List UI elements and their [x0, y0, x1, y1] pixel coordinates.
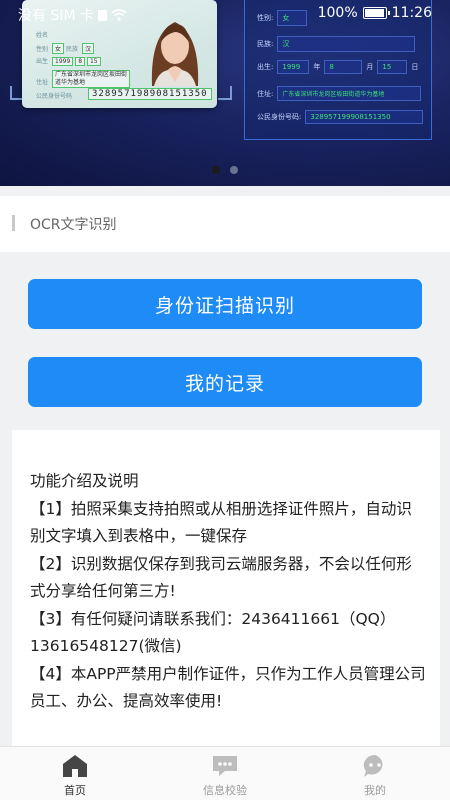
intro-item: 【3】有任何疑问请联系我们：2436411661（QQ）13616548127(… [30, 609, 396, 656]
battery-icon [362, 7, 390, 19]
banner-carousel[interactable]: 没有 SIM 卡 100% 11:26 姓名 性别女 民族汉 出生 1999 8 … [0, 0, 450, 186]
my-records-button[interactable]: 我的记录 [28, 357, 422, 407]
clock: 11:26 [391, 5, 432, 21]
scan-corner-icon [218, 86, 232, 100]
id-number: 328957198908151350 [88, 88, 212, 100]
intro-heading: 功能介绍及说明 [30, 472, 139, 490]
id-scan-button[interactable]: 身份证扫描识别 [28, 279, 422, 329]
intro-item: 【1】拍照采集支持拍照或从相册选择证件照片，自动识别文字填入到表格中，一键保存 [30, 499, 412, 546]
tab-home[interactable]: 首页 [0, 747, 150, 800]
carrier-text: 没有 SIM 卡 [18, 8, 94, 24]
battery-percent: 100% [317, 5, 358, 21]
intro-card: 功能介绍及说明 【1】拍照采集支持拍照或从相册选择证件照片，自动识别文字填入到表… [12, 430, 440, 748]
chat-bubble-icon [361, 753, 389, 779]
intro-item: 【2】识别数据仅保存到我司云端服务器，不会以任何形式分享给任何第三方! [30, 554, 412, 601]
tab-label: 我的 [364, 784, 386, 797]
carousel-dot[interactable] [230, 166, 238, 174]
section-header: OCR文字识别 [0, 196, 450, 252]
tab-label: 首页 [64, 784, 86, 797]
intro-item: 【4】本APP严禁用户制作证件，只作为工作人员管理公司员工、办公、提高效率使用! [30, 664, 426, 711]
wifi-icon [111, 9, 127, 21]
tab-verify[interactable]: 信息校验 [150, 747, 300, 800]
tab-label: 信息校验 [203, 784, 247, 797]
message-icon [211, 753, 239, 779]
carousel-indicator[interactable] [212, 166, 238, 174]
bottom-tab-bar: 首页 信息校验 我的 [0, 746, 450, 800]
sim-icon [98, 9, 107, 21]
section-accent-bar [12, 215, 15, 231]
carousel-dot[interactable] [212, 166, 220, 174]
status-bar: 没有 SIM 卡 100% 11:26 [0, 0, 450, 28]
tab-mine[interactable]: 我的 [300, 747, 450, 800]
section-title: OCR文字识别 [30, 217, 117, 233]
home-icon [61, 753, 89, 779]
